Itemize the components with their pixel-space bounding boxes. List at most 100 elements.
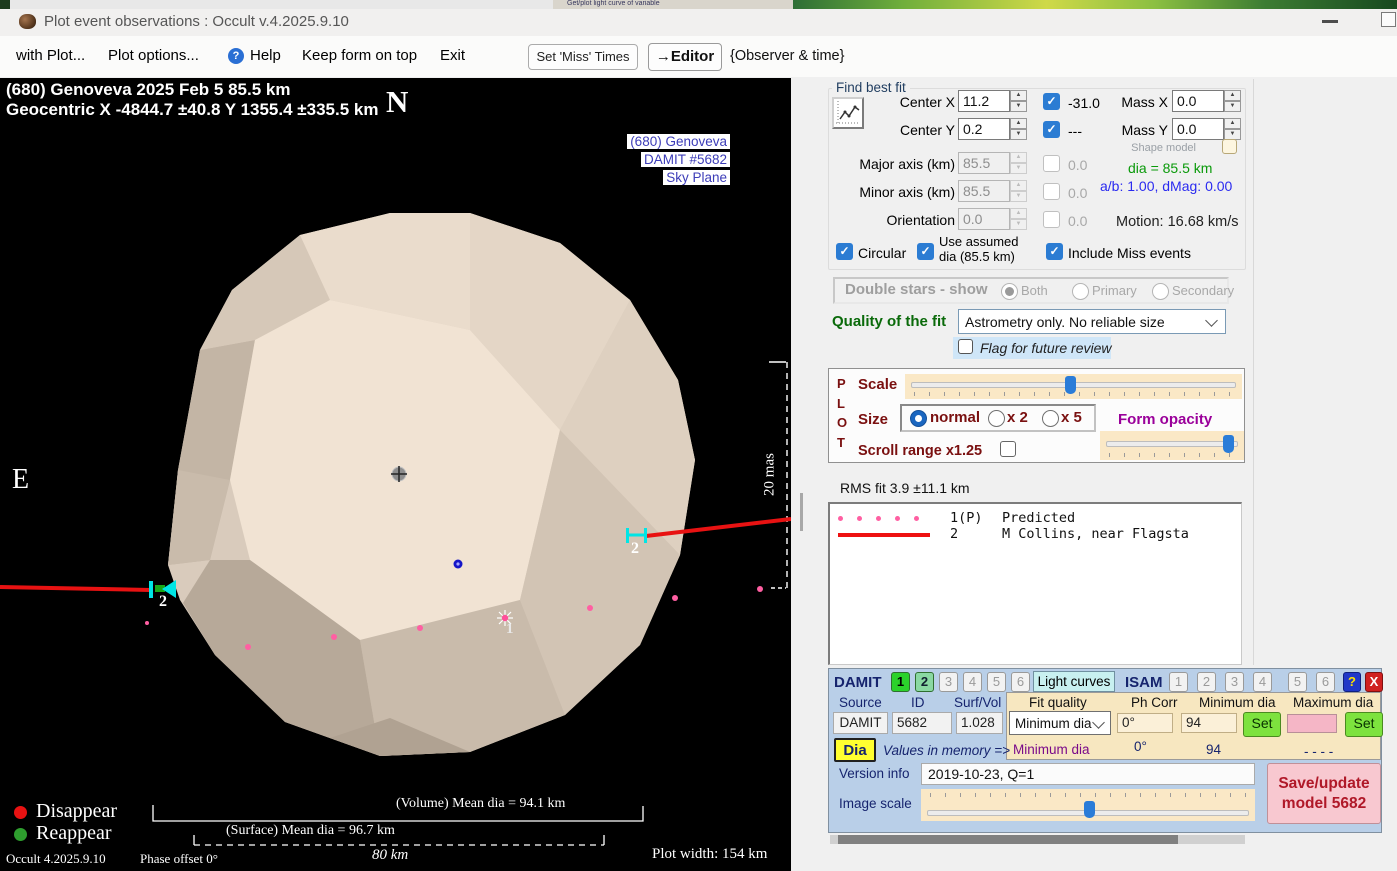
app-icon [19, 14, 36, 29]
set-miss-times-button[interactable]: Set 'Miss' Times [528, 44, 638, 70]
maximize-button[interactable] [1381, 12, 1396, 27]
center-y-spinner[interactable]: ▲▼ [1010, 118, 1027, 140]
editor-button[interactable]: →Editor [648, 43, 722, 71]
fit-quality-select[interactable]: Minimum dia [1009, 711, 1111, 735]
min-dia-set-button[interactable]: Set [1243, 712, 1281, 737]
mass-x-spinner[interactable]: ▲▼ [1224, 90, 1241, 112]
motion-text: Motion: 16.68 km/s [1116, 214, 1239, 230]
mass-x-input[interactable]: 0.0 [1172, 90, 1224, 112]
memory-max-dia: - - - - [1304, 744, 1333, 759]
size-x5-label: x 5 [1061, 409, 1082, 426]
center-x-checkbox[interactable]: ✓ [1043, 93, 1060, 110]
observed-chord-left[interactable] [0, 580, 176, 598]
max-dia-set-button[interactable]: Set [1345, 712, 1383, 737]
scale-slider-thumb[interactable] [1065, 376, 1076, 394]
observations-listbox[interactable]: 1(P) Predicted 2 M Collins, near Flagsta [828, 502, 1242, 665]
menu-plot-options[interactable]: Plot options... [108, 47, 199, 64]
list-item[interactable]: 1(P) Predicted [830, 510, 1241, 527]
size-x2-radio[interactable] [988, 410, 1005, 427]
occult-version-label: Occult 4.2025.9.10 [6, 851, 106, 867]
id-value[interactable]: 5682 [892, 712, 952, 734]
volume-mean-dia-label: (Volume) Mean dia = 94.1 km [396, 796, 565, 812]
surface-mean-dia-label: (Surface) Mean dia = 96.7 km [226, 823, 395, 839]
mass-y-input[interactable]: 0.0 [1172, 118, 1224, 140]
double-both-radio[interactable] [1001, 283, 1018, 300]
form-opacity-thumb[interactable] [1223, 435, 1234, 453]
isam-button-5[interactable]: 5 [1288, 672, 1307, 692]
size-x5-radio[interactable] [1042, 410, 1059, 427]
damit-button-5[interactable]: 5 [987, 672, 1006, 692]
include-miss-checkbox[interactable]: ✓ [1046, 243, 1063, 260]
plot-width-label: Plot width: 154 km [652, 846, 767, 863]
help-button[interactable]: ? [1343, 672, 1361, 692]
shape-model-checkbox[interactable] [1222, 139, 1237, 154]
obs-row1-name: Predicted [1002, 510, 1075, 526]
panel-scrollbar-thumb[interactable] [838, 835, 1178, 844]
right-panel: Find best fit Center X 11.2 ▲▼ ✓ -31.0 M… [791, 77, 1397, 871]
orientation-checkbox[interactable] [1043, 211, 1060, 228]
center-y-input[interactable]: 0.2 [958, 118, 1010, 140]
menu-exit[interactable]: Exit [440, 47, 465, 64]
double-primary-radio[interactable] [1072, 283, 1089, 300]
flag-review-checkbox[interactable] [958, 339, 973, 354]
panel-scrollbar-track[interactable] [830, 835, 1245, 844]
minimize-button[interactable] [1322, 20, 1338, 23]
circular-checkbox[interactable]: ✓ [836, 243, 853, 260]
image-scale-slider[interactable] [921, 789, 1255, 821]
size-normal-radio[interactable] [910, 410, 927, 427]
ab-dmag-text: a/b: 1.00, dMag: 0.00 [1100, 178, 1232, 194]
dia-text: dia = 85.5 km [1128, 160, 1212, 176]
menu-help[interactable]: Help [250, 47, 281, 64]
orientation-label: Orientation [850, 212, 955, 228]
menu-keep-on-top[interactable]: Keep form on top [302, 47, 417, 64]
isam-button-4[interactable]: 4 [1253, 672, 1272, 692]
circular-label: Circular [858, 245, 906, 261]
scroll-range-checkbox[interactable] [1000, 441, 1016, 457]
image-scale-thumb[interactable] [1084, 801, 1095, 818]
obs-row2-name: M Collins, near Flagsta [1002, 526, 1189, 542]
list-item[interactable]: 2 M Collins, near Flagsta [830, 526, 1241, 543]
double-primary-label: Primary [1092, 283, 1137, 298]
isam-button-3[interactable]: 3 [1225, 672, 1244, 692]
max-dia-field[interactable] [1287, 714, 1337, 733]
double-stars-label: Double stars - show [845, 281, 988, 298]
center-y-label: Center Y [860, 122, 955, 138]
plot-canvas[interactable]: (680) Genoveva 2025 Feb 5 85.5 km Geocen… [0, 78, 791, 871]
fit-quality-value: Minimum dia [1015, 716, 1092, 731]
sky-plane-plot [0, 78, 791, 871]
damit-button-4[interactable]: 4 [963, 672, 982, 692]
use-assumed-checkbox[interactable]: ✓ [917, 243, 934, 260]
light-curves-button[interactable]: Light curves [1033, 671, 1115, 692]
isam-button-2[interactable]: 2 [1197, 672, 1216, 692]
form-opacity-track[interactable] [1106, 441, 1238, 447]
rms-fit-text: RMS fit 3.9 ±11.1 km [840, 480, 970, 496]
damit-button-6[interactable]: 6 [1011, 672, 1030, 692]
damit-button-2[interactable]: 2 [915, 672, 934, 692]
menu-with-plot[interactable]: with Plot... [16, 47, 85, 64]
major-axis-label: Major axis (km) [850, 156, 955, 172]
double-secondary-label: Secondary [1172, 283, 1234, 298]
minor-axis-checkbox[interactable] [1043, 183, 1060, 200]
ph-corr-value[interactable]: 0° [1117, 713, 1173, 733]
min-dia-value[interactable]: 94 [1181, 713, 1237, 733]
quality-label: Quality of the fit [832, 313, 946, 330]
scale-slider[interactable] [905, 374, 1242, 399]
center-x-input[interactable]: 11.2 [958, 90, 1010, 112]
mass-y-spinner[interactable]: ▲▼ [1224, 118, 1241, 140]
dia-button[interactable]: Dia [834, 738, 876, 762]
double-secondary-radio[interactable] [1152, 283, 1169, 300]
plot-scrollbar-thumb[interactable] [800, 493, 803, 531]
version-info-field[interactable]: 2019-10-23, Q=1 [921, 763, 1255, 785]
center-y-checkbox[interactable]: ✓ [1043, 121, 1060, 138]
major-axis-checkbox[interactable] [1043, 155, 1060, 172]
close-button[interactable]: X [1365, 672, 1383, 692]
damit-button-1[interactable]: 1 [891, 672, 910, 692]
isam-button-6[interactable]: 6 [1316, 672, 1335, 692]
damit-button-3[interactable]: 3 [939, 672, 958, 692]
form-opacity-slider[interactable] [1100, 431, 1244, 460]
reappear-label: Reappear [36, 822, 112, 845]
quality-select[interactable]: Astrometry only. No reliable size [958, 309, 1226, 334]
isam-button-1[interactable]: 1 [1169, 672, 1188, 692]
center-x-spinner[interactable]: ▲▼ [1010, 90, 1027, 112]
save-update-button[interactable]: Save/update model 5682 [1267, 763, 1381, 824]
